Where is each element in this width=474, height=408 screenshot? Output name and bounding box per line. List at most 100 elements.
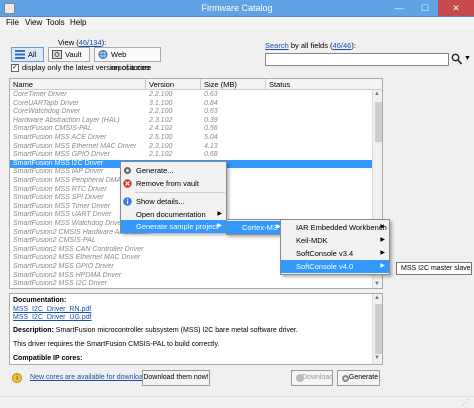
cell-name: SmartFusion MSS RTC Driver [13, 185, 107, 193]
download-icon [296, 374, 304, 382]
search-label: Search by all fields (46/46): [265, 41, 356, 50]
cell-size: 0.63 [204, 108, 218, 116]
details-scroll-thumb[interactable] [375, 304, 382, 354]
cell-name: SmartFusion MSS Ethernet MAC Driver [13, 142, 137, 150]
description-text: Description: SmartFusion microcontroller… [13, 327, 298, 334]
table-row[interactable]: SmartFusion MSS Ethernet MAC Driver 2.3.1… [10, 143, 372, 152]
generate-button[interactable]: Generate [337, 370, 380, 386]
search-link[interactable]: Search [265, 41, 289, 50]
menu-softconsole-v40[interactable]: SoftConsole v4.0 ▶ [281, 260, 389, 273]
details-scroll-up-icon[interactable]: ▲ [374, 295, 380, 301]
cell-name: SmartFusion MSS ACE Driver [13, 134, 107, 141]
view-label: View (46/134): [58, 38, 107, 47]
cell-name: Hardware Abstraction Layer (HAL) [13, 116, 120, 124]
tooltip: MSS I2C master slave [396, 262, 472, 275]
info-icon [123, 197, 132, 206]
scroll-up-icon[interactable]: ▲ [374, 91, 380, 97]
scroll-thumb[interactable] [375, 102, 382, 142]
menu-keil-mdk[interactable]: Keil-MDK ▶ [281, 234, 389, 247]
column-name[interactable]: Name [13, 80, 33, 89]
table-row[interactable]: SmartFusion2 MSS I2C Driver [10, 280, 372, 288]
menu-remove-from-vault[interactable]: Remove from vault [121, 177, 226, 190]
menu-view[interactable]: View [25, 18, 42, 27]
view-vault-button[interactable]: Vault [48, 47, 90, 62]
cell-name: SmartFusion MSS SPI Driver [13, 194, 104, 202]
submenu-arrow-icon: ▶ [380, 250, 385, 256]
menu-generate[interactable]: Generate... [121, 164, 226, 177]
download-them-now-button[interactable]: Download them now! [142, 370, 210, 386]
new-cores-link[interactable]: New cores are available for download [30, 374, 147, 381]
vault-icon [52, 50, 62, 59]
search-icon[interactable] [451, 53, 463, 65]
column-status[interactable]: Status [269, 80, 290, 89]
menu-softconsole-v34[interactable]: SoftConsole v3.4 ▶ [281, 247, 389, 260]
cell-name: SmartFusion2 MSS CAN Controller Driver [13, 245, 144, 253]
submenu-arrow-icon: ▶ [217, 223, 222, 229]
table-row[interactable]: SmartFusion CMSIS-PAL 2.4.102 0.56 [10, 125, 372, 134]
menu-help[interactable]: Help [70, 18, 86, 27]
cell-size: 5.04 [204, 134, 218, 141]
cell-name: SmartFusion MSS Peripheral DMA [13, 177, 122, 184]
column-version[interactable]: Version [149, 80, 174, 89]
search-count-link[interactable]: 46/46 [333, 41, 352, 50]
menu-file[interactable]: File [6, 18, 19, 27]
download-button[interactable]: Download [291, 370, 333, 386]
cell-version: 2.4.102 [149, 125, 173, 133]
cell-version: 2.2.100 [149, 91, 173, 98]
menu-iar-embedded-workbench[interactable]: IAR Embedded Workbench ▶ [281, 221, 389, 234]
bottom-bar: i New cores are available for download D… [0, 368, 474, 388]
submenu-arrow-icon: ▶ [380, 224, 385, 230]
menu-cortex-m3[interactable]: Cortex-M3 ▶ [227, 221, 285, 234]
gear-icon [341, 374, 350, 383]
cell-name: SmartFusion MSS Timer Driver [13, 202, 111, 210]
latest-only-label: display only the latest version of a cor… [22, 63, 152, 72]
cell-name: CoreTimer Driver [13, 91, 67, 98]
table-row[interactable]: CoreWatchdog Driver 2.2.100 0.63 [10, 108, 372, 117]
view-web-repositories-button[interactable]: Web repositories [94, 47, 161, 72]
table-row[interactable]: SmartFusion MSS GPIO Driver 2.1.102 0.68 [10, 151, 372, 160]
maximize-button[interactable]: ☐ [412, 0, 438, 16]
view-all-button[interactable]: All [11, 47, 44, 62]
view-count-link[interactable]: 46/134 [79, 38, 102, 47]
column-size[interactable]: Size (MB) [204, 80, 237, 89]
menu-tools[interactable]: Tools [46, 18, 65, 27]
latest-only-checkbox[interactable]: ✓ [11, 64, 19, 72]
cell-size: 0.63 [204, 91, 218, 98]
cell-name: SmartFusion MSS I2C Driver [13, 159, 104, 167]
resize-grip[interactable]: ⋰ [462, 398, 470, 407]
doc-link-ug[interactable]: MSS_I2C_Driver_UG.pdf [13, 314, 92, 321]
chevron-down-icon[interactable]: ▼ [464, 55, 471, 62]
list-icon [15, 50, 25, 59]
details-scroll-down-icon[interactable]: ▼ [374, 355, 380, 361]
minimize-button[interactable]: — [386, 0, 412, 16]
cell-name: CoreUARTapb Driver [13, 99, 79, 107]
menu-show-details[interactable]: Show details... [121, 195, 226, 208]
scroll-down-icon[interactable]: ▼ [374, 281, 380, 287]
cell-name: SmartFusion2 MSS I2C Driver [13, 280, 108, 288]
cell-name: CoreWatchdog Driver [13, 108, 81, 116]
cell-name: SmartFusion2 MSS HPDMA Driver [13, 271, 122, 279]
requires-text: This driver requires the SmartFusion CMS… [13, 341, 220, 348]
title-bar: Firmware Catalog — ☐ ✕ [0, 0, 474, 17]
table-row[interactable]: Hardware Abstraction Layer (HAL) 2.3.102 0… [10, 117, 372, 126]
table-row[interactable]: CoreTimer Driver 2.2.100 0.63 [10, 91, 372, 100]
cell-name: SmartFusion MSS IAP Driver [13, 168, 104, 176]
cell-version: 2.5.100 [149, 134, 173, 141]
search-input[interactable] [265, 53, 449, 66]
red-x-icon [123, 179, 132, 188]
cell-size: 0.56 [204, 125, 218, 133]
close-button[interactable]: ✕ [438, 0, 474, 16]
cell-version: 2.2.100 [149, 108, 173, 116]
table-header: Name Version Size (MB) Status [10, 79, 382, 90]
gear-icon [123, 166, 132, 175]
menu-bar: File View Tools Help [0, 17, 474, 30]
compatible-heading: Compatible IP cores: [13, 355, 83, 362]
cell-size: 0.39 [204, 116, 218, 124]
cell-name: SmartFusion2 MSS GPIO Driver [13, 263, 114, 270]
table-row[interactable]: SmartFusion MSS ACE Driver 2.5.100 5.04 [10, 134, 372, 143]
doc-link-rn[interactable]: MSS_I2C_Driver_RN.pdf [13, 306, 91, 313]
submenu-processor: Cortex-M3 ▶ [226, 219, 286, 235]
details-scrollbar[interactable]: ▲ ▼ [372, 294, 382, 364]
menu-generate-sample-project[interactable]: Generate sample project ▶ [121, 220, 226, 233]
table-row[interactable]: CoreUARTapb Driver 3.1.100 0.84 [10, 100, 372, 109]
